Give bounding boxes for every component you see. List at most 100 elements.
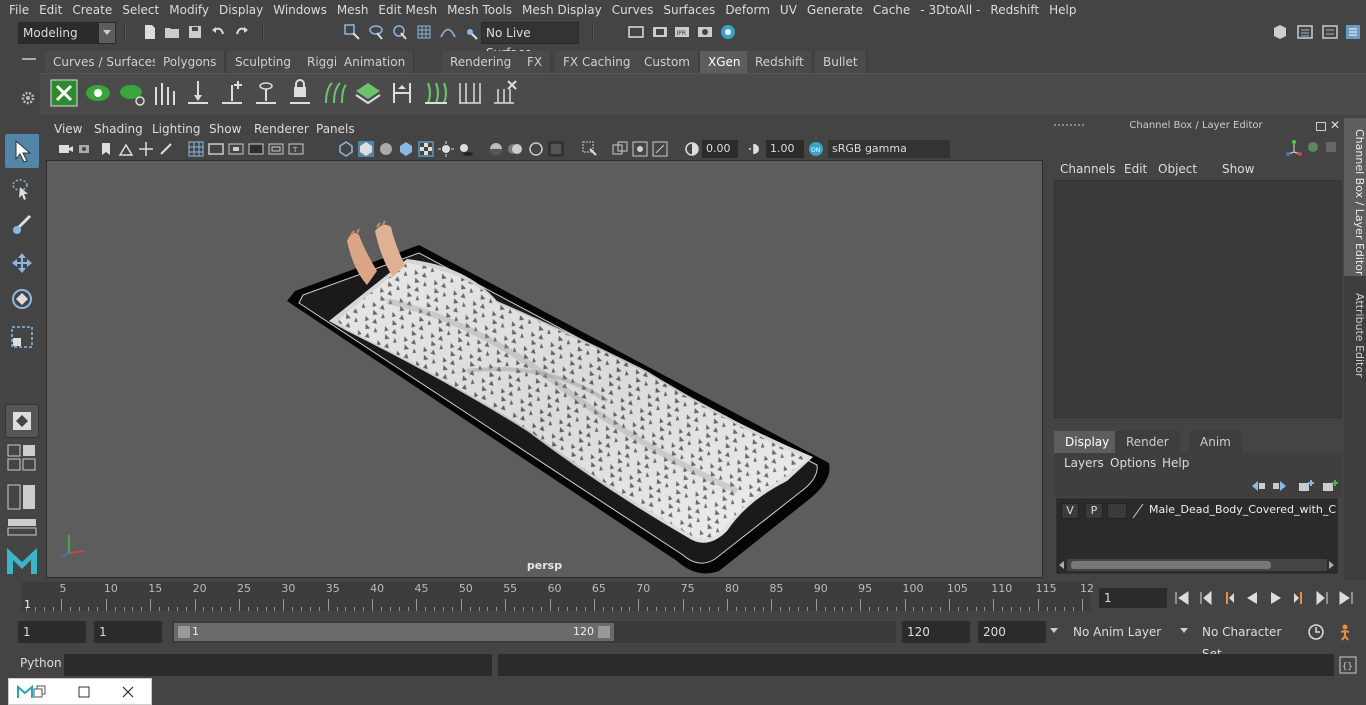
shelf-tab-fx[interactable]: FX xyxy=(519,51,552,73)
wireframe-on-shaded-icon[interactable] xyxy=(398,141,414,157)
layer-menu-options[interactable]: Options xyxy=(1110,456,1156,470)
single-perspective-layout[interactable] xyxy=(5,404,39,438)
play-forward-icon[interactable] xyxy=(1268,590,1284,606)
use-default-material-icon[interactable] xyxy=(378,141,394,157)
menu-mesh-tools[interactable]: Mesh Tools xyxy=(442,0,517,21)
exposure-icon[interactable] xyxy=(684,141,700,157)
open-folder-icon[interactable] xyxy=(164,24,180,40)
viewport-menu-renderer[interactable]: Renderer xyxy=(254,119,309,139)
screen-space-ao-icon[interactable] xyxy=(488,141,504,157)
grease-pencil-icon[interactable] xyxy=(158,141,174,157)
restore-icon[interactable] xyxy=(33,685,47,699)
create-density-map-icon[interactable] xyxy=(354,79,382,107)
status-dot-icon[interactable] xyxy=(1306,140,1320,154)
add-guide-icon[interactable] xyxy=(218,79,246,107)
float-panel-icon[interactable] xyxy=(1316,122,1326,131)
script-language-label[interactable]: Python xyxy=(20,656,62,670)
shelf-tab-custom[interactable]: Custom xyxy=(636,51,699,73)
redo-icon[interactable] xyxy=(234,24,250,40)
isolate-select-icon[interactable] xyxy=(582,141,598,157)
maximize-icon[interactable] xyxy=(77,685,91,699)
anim-layer-dropdown[interactable]: No Anim Layer xyxy=(1068,621,1172,643)
live-surface-field[interactable]: No Live Surface xyxy=(481,22,579,60)
menu-surfaces[interactable]: Surfaces xyxy=(658,0,720,21)
layer-visibility-toggle[interactable]: V xyxy=(1061,503,1079,519)
range-start-grip[interactable] xyxy=(178,626,190,638)
shelf-tab-polygons[interactable]: Polygons xyxy=(155,51,226,73)
viewport-menu-panels[interactable]: Panels xyxy=(316,119,355,139)
2d-pan-zoom-icon[interactable] xyxy=(138,141,154,157)
shelf-tab-rendering[interactable]: Rendering xyxy=(442,51,521,73)
xgen-interactive-groom-icon[interactable] xyxy=(118,79,146,107)
bookmark-icon[interactable] xyxy=(98,141,114,157)
horizontal-scrollbar[interactable] xyxy=(1067,559,1327,571)
toggle-attribute-editor-icon[interactable] xyxy=(1297,24,1313,40)
step-back-key-icon[interactable] xyxy=(1198,590,1214,606)
gate-mask-icon[interactable] xyxy=(248,141,264,157)
resolution-gate-icon[interactable] xyxy=(228,141,244,157)
layer-playback-toggle[interactable]: P xyxy=(1085,503,1103,519)
use-all-lights-icon[interactable] xyxy=(438,141,454,157)
script-editor-icon[interactable]: {} xyxy=(1339,656,1357,674)
scroll-left-icon[interactable] xyxy=(1059,561,1064,569)
camera-attributes-icon[interactable] xyxy=(78,141,94,157)
scroll-right-icon[interactable] xyxy=(1329,561,1334,569)
playback-end-field[interactable]: 120 xyxy=(902,621,970,643)
scale-tool[interactable] xyxy=(5,320,39,354)
menu-curves[interactable]: Curves xyxy=(607,0,659,21)
layout-outliner-icon[interactable] xyxy=(7,484,37,510)
menu-create[interactable]: Create xyxy=(67,0,117,21)
new-layer-from-selected-icon[interactable] xyxy=(1322,479,1338,493)
menu-cache[interactable]: Cache xyxy=(868,0,915,21)
gamma-field[interactable]: 1.00 xyxy=(766,140,804,158)
gamma-icon[interactable] xyxy=(746,141,762,157)
groom-splines-icon[interactable] xyxy=(150,79,178,107)
channel-box-menu-object[interactable]: Object xyxy=(1158,162,1197,176)
shelf-tab-bullet[interactable]: Bullet xyxy=(815,51,867,73)
scrollbar-thumb[interactable] xyxy=(1071,561,1271,569)
animation-preferences-icon[interactable] xyxy=(1336,623,1354,641)
shelf-tab-xgen[interactable]: XGen xyxy=(700,51,750,73)
curve-to-guide-icon[interactable] xyxy=(422,79,450,107)
xray-joints-icon[interactable] xyxy=(632,141,648,157)
save-icon[interactable] xyxy=(187,24,203,40)
textured-icon[interactable] xyxy=(418,141,434,157)
step-forward-key-icon[interactable] xyxy=(1314,590,1330,606)
close-window-icon[interactable] xyxy=(121,685,135,699)
viewport-menu-show[interactable]: Show xyxy=(209,119,241,139)
color-space-dropdown[interactable]: sRGB gamma xyxy=(828,140,968,158)
anti-aliasing-icon[interactable] xyxy=(528,141,544,157)
menu-edit-mesh[interactable]: Edit Mesh xyxy=(373,0,442,21)
guide-to-curve-icon[interactable] xyxy=(388,79,416,107)
layer-display-type-toggle[interactable] xyxy=(1107,503,1127,519)
shelf-tab-fx-caching[interactable]: FX Caching xyxy=(555,51,640,73)
menu-uv[interactable]: UV xyxy=(775,0,802,21)
select-hierarchy-icon[interactable] xyxy=(344,24,360,40)
go-to-end-icon[interactable] xyxy=(1338,590,1354,606)
channel-box-menu-edit[interactable]: Edit xyxy=(1124,162,1147,176)
menu-redshift[interactable]: Redshift xyxy=(985,0,1044,21)
snap-grid-icon[interactable] xyxy=(416,24,432,40)
layer-row[interactable]: V P Male_Dead_Body_Covered_with_Clot xyxy=(1057,499,1337,523)
select-tool[interactable] xyxy=(5,134,39,168)
menu-mesh-display[interactable]: Mesh Display xyxy=(517,0,607,21)
layer-tab-anim[interactable]: Anim xyxy=(1189,431,1242,453)
move-tool[interactable] xyxy=(5,246,39,280)
channel-box-options-icon[interactable] xyxy=(1324,140,1338,154)
side-tab-attribute-editor[interactable]: Attribute Editor xyxy=(1344,284,1366,380)
range-end-grip[interactable] xyxy=(598,626,610,638)
move-layer-down-icon[interactable] xyxy=(1272,479,1288,493)
viewport-menu-view[interactable]: View xyxy=(54,119,82,139)
xray-components-icon[interactable] xyxy=(652,141,668,157)
step-forward-frame-icon[interactable] xyxy=(1292,590,1308,606)
viewport-menu-lighting[interactable]: Lighting xyxy=(152,119,201,139)
xgen-editor-icon[interactable] xyxy=(50,79,78,107)
playback-start-field[interactable]: 1 xyxy=(94,621,162,643)
layer-tab-display[interactable]: Display xyxy=(1054,431,1121,453)
move-layer-up-icon[interactable] xyxy=(1250,479,1266,493)
menu-mesh[interactable]: Mesh xyxy=(332,0,374,21)
toggle-tool-settings-icon[interactable] xyxy=(1322,24,1338,40)
play-backward-icon[interactable] xyxy=(1244,590,1260,606)
channel-box-menu-channels[interactable]: Channels xyxy=(1060,162,1116,176)
auto-key-icon[interactable] xyxy=(1307,623,1325,641)
